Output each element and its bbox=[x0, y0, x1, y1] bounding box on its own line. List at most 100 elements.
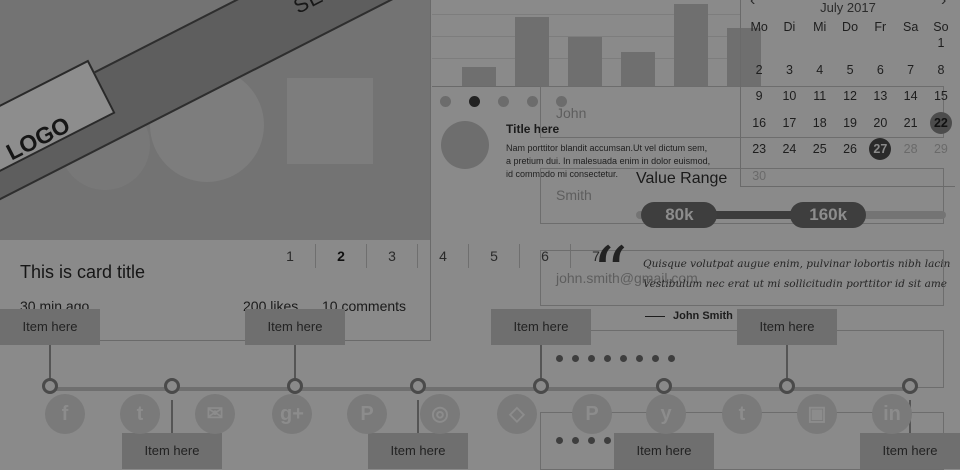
timeline-node[interactable] bbox=[410, 378, 426, 394]
calendar-week-row: 2 3 4 5 6 7 8 bbox=[744, 57, 956, 83]
dribbble-icon[interactable]: ◎ bbox=[420, 394, 460, 434]
calendar-day[interactable]: 18 bbox=[805, 110, 835, 136]
calendar-day[interactable]: 11 bbox=[805, 83, 835, 109]
google-plus-icon[interactable]: g+ bbox=[272, 394, 312, 434]
calendar-day[interactable]: 9 bbox=[744, 83, 774, 109]
timeline-node[interactable] bbox=[902, 378, 918, 394]
instagram-icon[interactable]: ▣ bbox=[797, 394, 837, 434]
timeline-node[interactable] bbox=[656, 378, 672, 394]
page-item[interactable]: 1 bbox=[265, 244, 316, 268]
calendar-day-label: 1 bbox=[937, 36, 945, 50]
calendar-day[interactable]: 23 bbox=[744, 136, 774, 162]
page-item[interactable]: 4 bbox=[418, 244, 469, 268]
calendar-empty-cell bbox=[805, 163, 835, 189]
carousel-dot[interactable] bbox=[440, 96, 451, 107]
carousel-dot[interactable] bbox=[527, 96, 538, 107]
card: SELECTED LOGO This is card title 30 min … bbox=[0, 0, 431, 341]
linkedin-icon[interactable]: in bbox=[872, 394, 912, 434]
yelp-icon[interactable]: y bbox=[646, 394, 686, 434]
mail-icon[interactable]: ✉ bbox=[195, 394, 235, 434]
calendar-day[interactable]: 4 bbox=[805, 57, 835, 83]
password-dot bbox=[620, 355, 627, 362]
page-item[interactable]: 2 bbox=[316, 244, 367, 268]
calendar-day[interactable]: 20 bbox=[865, 110, 895, 136]
calendar-day[interactable]: 19 bbox=[835, 110, 865, 136]
timeline-node[interactable] bbox=[779, 378, 795, 394]
timeline-item[interactable]: Item here bbox=[368, 433, 468, 469]
timeline-item[interactable]: Item here bbox=[0, 309, 100, 345]
page-item[interactable]: 3 bbox=[367, 244, 418, 268]
timeline-node[interactable] bbox=[164, 378, 180, 394]
range-min-handle[interactable]: 80k bbox=[641, 202, 718, 228]
calendar-day[interactable]: 6 bbox=[865, 57, 895, 83]
calendar-day[interactable]: 29 bbox=[926, 136, 956, 162]
facebook-icon[interactable]: f bbox=[45, 394, 85, 434]
timeline-node[interactable] bbox=[287, 378, 303, 394]
calendar-day-label: 13 bbox=[873, 89, 888, 103]
calendar-day[interactable]: 30 bbox=[744, 163, 774, 189]
image-placeholder-square bbox=[287, 78, 373, 164]
range-max-handle[interactable]: 160k bbox=[790, 202, 867, 228]
calendar-empty-cell bbox=[865, 30, 895, 56]
calendar-empty-cell bbox=[805, 30, 835, 56]
calendar-day[interactable]: 12 bbox=[835, 83, 865, 109]
calendar-day[interactable]: 27 bbox=[865, 136, 895, 162]
calendar-day[interactable]: 26 bbox=[835, 136, 865, 162]
avatar bbox=[441, 121, 489, 169]
calendar-day[interactable]: 16 bbox=[744, 110, 774, 136]
quote-line: Vestibulum nec erat ut mi sollicitudin p… bbox=[643, 278, 948, 290]
pinterest-icon[interactable]: P bbox=[347, 394, 387, 434]
timeline-item[interactable]: Item here bbox=[245, 309, 345, 345]
calendar-month: July 2017 bbox=[820, 0, 876, 15]
calendar-day[interactable]: 24 bbox=[774, 136, 804, 162]
timeline-node[interactable] bbox=[533, 378, 549, 394]
twitter-icon[interactable]: t bbox=[120, 394, 160, 434]
timeline-item[interactable]: Item here bbox=[860, 433, 960, 469]
calendar-next-icon[interactable]: › bbox=[941, 0, 946, 10]
password-dot bbox=[588, 437, 595, 444]
calendar-day[interactable]: 13 bbox=[865, 83, 895, 109]
calendar-day[interactable]: 14 bbox=[895, 83, 925, 109]
chart-bar bbox=[621, 51, 655, 86]
calendar-day[interactable]: 17 bbox=[774, 110, 804, 136]
calendar-day[interactable]: 21 bbox=[895, 110, 925, 136]
timeline-item[interactable]: Item here bbox=[122, 433, 222, 469]
password-dot bbox=[572, 437, 579, 444]
calendar-week-row: 30 bbox=[744, 163, 956, 189]
range-title: Value Range bbox=[636, 170, 728, 187]
calendar-day[interactable]: 25 bbox=[805, 136, 835, 162]
calendar-day-label: 7 bbox=[907, 62, 915, 77]
pinterest-icon[interactable]: P bbox=[572, 394, 612, 434]
timeline-item[interactable]: Item here bbox=[614, 433, 714, 469]
calendar-day[interactable]: 10 bbox=[774, 83, 804, 109]
timeline-item[interactable]: Item here bbox=[737, 309, 837, 345]
calendar-day-label: 15 bbox=[933, 89, 948, 103]
calendar-day[interactable]: 22 bbox=[926, 110, 956, 136]
calendar-day[interactable]: 7 bbox=[895, 57, 925, 83]
calendar-week-row: 16 17 18 19 20 21 22 bbox=[744, 110, 956, 136]
page-item[interactable]: 5 bbox=[469, 244, 520, 268]
calendar-day[interactable]: 2 bbox=[744, 57, 774, 83]
calendar-day[interactable]: 1 bbox=[926, 30, 956, 56]
tumblr-icon[interactable]: t bbox=[722, 394, 762, 434]
carousel-dot[interactable] bbox=[498, 96, 509, 107]
calendar: ‹ July 2017 › Mo Di Mi Do Fr Sa So 1 2 3 4 5 6 7 8 9 10 1… bbox=[740, 0, 955, 187]
quote-text: Quisque volutpat augue enim, pulvinar lo… bbox=[643, 254, 960, 294]
calendar-day[interactable]: 15 bbox=[926, 83, 956, 109]
calendar-day-label: 10 bbox=[782, 89, 797, 103]
calendar-day-label: 24 bbox=[782, 142, 797, 156]
dropbox-icon[interactable]: ◇ bbox=[497, 394, 537, 434]
calendar-day[interactable]: 8 bbox=[926, 57, 956, 83]
calendar-day[interactable]: 3 bbox=[774, 57, 804, 83]
password-dot bbox=[604, 437, 611, 444]
calendar-empty-cell bbox=[926, 163, 956, 189]
timeline-item[interactable]: Item here bbox=[491, 309, 591, 345]
calendar-day[interactable]: 5 bbox=[835, 57, 865, 83]
calendar-day[interactable]: 28 bbox=[895, 136, 925, 162]
calendar-day-label: 29 bbox=[933, 142, 948, 156]
password-dot bbox=[556, 355, 563, 362]
timeline-node[interactable] bbox=[42, 378, 58, 394]
calendar-day-label: 11 bbox=[813, 89, 827, 103]
carousel-dot-active[interactable] bbox=[469, 96, 480, 107]
card-title: This is card title bbox=[20, 262, 146, 282]
